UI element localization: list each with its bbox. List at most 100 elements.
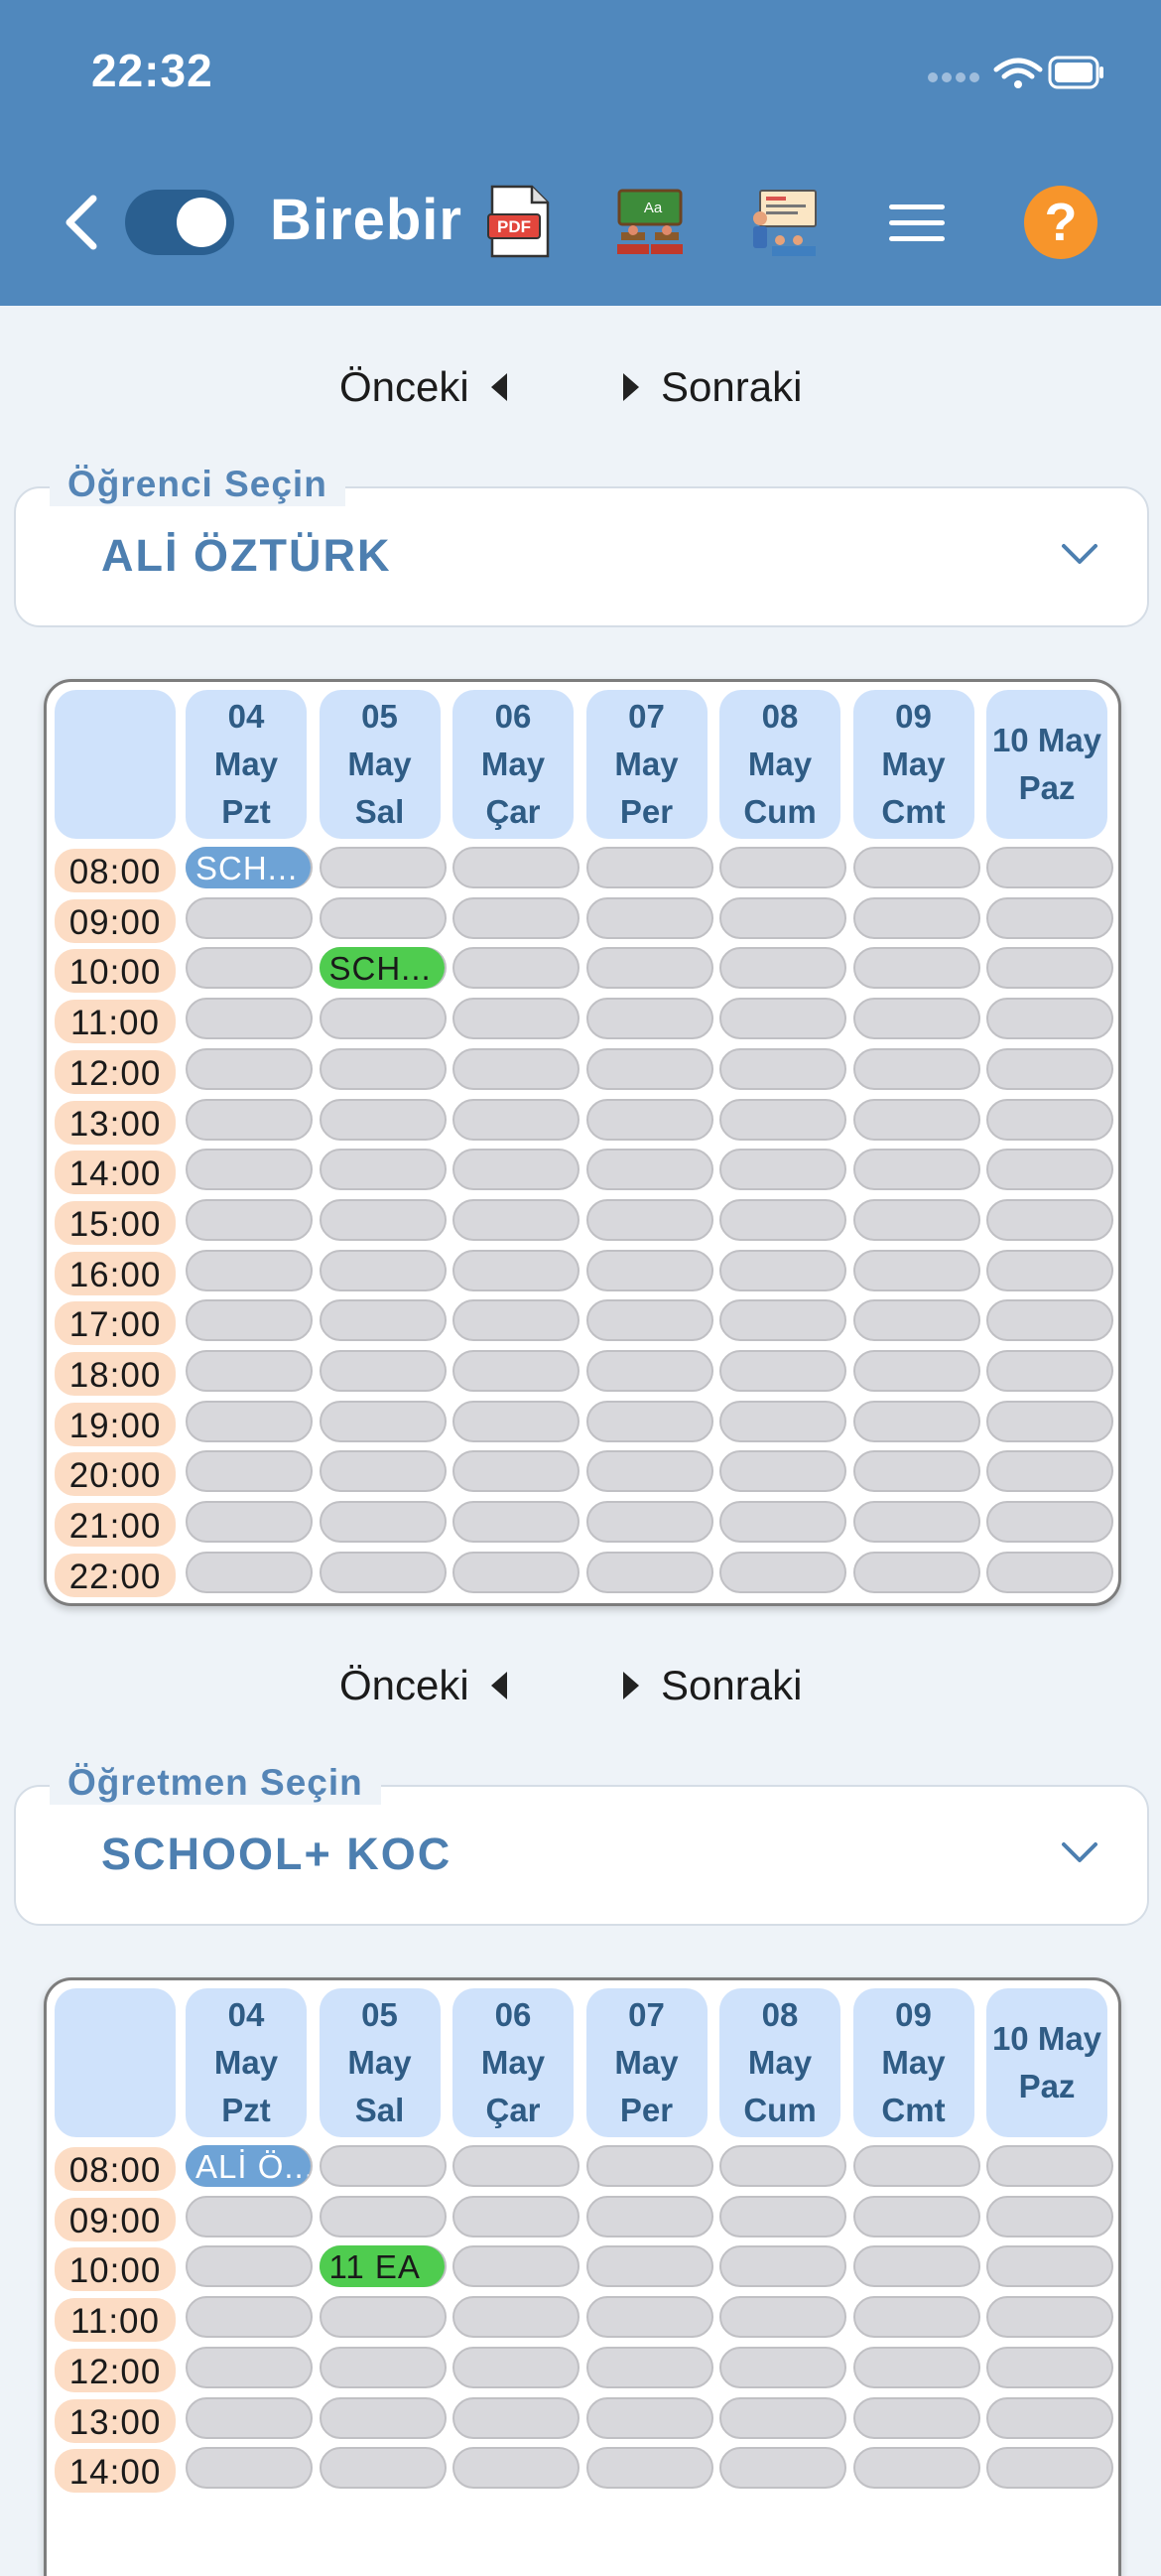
- time-slot[interactable]: [452, 1299, 580, 1342]
- time-slot[interactable]: [319, 1149, 447, 1191]
- time-slot[interactable]: [986, 2396, 1113, 2439]
- time-slot[interactable]: [719, 1551, 846, 1593]
- time-slot[interactable]: [452, 2245, 580, 2288]
- time-slot[interactable]: [186, 2447, 313, 2490]
- time-slot[interactable]: [719, 2447, 846, 2490]
- time-slot[interactable]: [852, 998, 980, 1040]
- time-slot[interactable]: [986, 2447, 1113, 2490]
- time-slot[interactable]: [452, 2346, 580, 2388]
- next-button[interactable]: Sonraki: [623, 363, 802, 411]
- time-slot[interactable]: [186, 1450, 313, 1493]
- time-slot[interactable]: [852, 1350, 980, 1392]
- time-slot[interactable]: [186, 1400, 313, 1442]
- time-slot[interactable]: [852, 896, 980, 939]
- time-slot[interactable]: [986, 2296, 1113, 2339]
- time-slot[interactable]: [986, 998, 1113, 1040]
- time-slot[interactable]: [186, 1149, 313, 1191]
- time-slot[interactable]: [452, 1098, 580, 1141]
- time-slot[interactable]: [986, 1450, 1113, 1493]
- time-slot[interactable]: [719, 2396, 846, 2439]
- time-slot[interactable]: [719, 1450, 846, 1493]
- time-slot[interactable]: [719, 1350, 846, 1392]
- time-slot[interactable]: [986, 1551, 1113, 1593]
- time-slot[interactable]: [986, 947, 1113, 990]
- time-slot[interactable]: [186, 896, 313, 939]
- teacher-presentation-icon[interactable]: [750, 189, 820, 263]
- time-slot[interactable]: [319, 2447, 447, 2490]
- time-slot[interactable]: [852, 1551, 980, 1593]
- time-slot[interactable]: [719, 847, 846, 888]
- time-slot[interactable]: [986, 1501, 1113, 1544]
- time-slot[interactable]: [719, 998, 846, 1040]
- time-slot[interactable]: [986, 1350, 1113, 1392]
- mode-toggle[interactable]: [125, 190, 234, 255]
- time-slot[interactable]: [585, 2195, 713, 2237]
- time-slot[interactable]: [452, 1149, 580, 1191]
- teacher-select[interactable]: Öğretmen Seçin SCHOOL+ KOC: [14, 1761, 1149, 1926]
- time-slot[interactable]: [852, 2145, 980, 2187]
- time-slot[interactable]: [719, 1299, 846, 1342]
- time-slot[interactable]: [585, 1450, 713, 1493]
- time-slot[interactable]: [986, 896, 1113, 939]
- help-button[interactable]: ?: [1024, 186, 1097, 259]
- time-slot[interactable]: [319, 896, 447, 939]
- time-slot[interactable]: [585, 1400, 713, 1442]
- time-slot[interactable]: [986, 2245, 1113, 2288]
- time-slot[interactable]: [319, 2346, 447, 2388]
- time-slot[interactable]: [585, 896, 713, 939]
- time-slot[interactable]: [319, 1450, 447, 1493]
- time-slot[interactable]: [986, 1400, 1113, 1442]
- time-slot[interactable]: [986, 2346, 1113, 2388]
- menu-icon[interactable]: [889, 204, 945, 247]
- time-slot[interactable]: [585, 1299, 713, 1342]
- time-slot[interactable]: [186, 2346, 313, 2388]
- time-slot[interactable]: [452, 1198, 580, 1241]
- time-slot[interactable]: [452, 1450, 580, 1493]
- event-chip[interactable]: SCH...: [319, 947, 445, 990]
- time-slot[interactable]: [852, 2396, 980, 2439]
- time-slot[interactable]: [585, 1249, 713, 1291]
- time-slot[interactable]: [719, 1098, 846, 1141]
- time-slot[interactable]: [186, 1098, 313, 1141]
- time-slot[interactable]: [186, 998, 313, 1040]
- time-slot[interactable]: [452, 2447, 580, 2490]
- time-slot[interactable]: [585, 2396, 713, 2439]
- time-slot[interactable]: [452, 2296, 580, 2339]
- time-slot[interactable]: [852, 2346, 980, 2388]
- time-slot[interactable]: [452, 1501, 580, 1544]
- time-slot[interactable]: [452, 847, 580, 888]
- time-slot[interactable]: [585, 2145, 713, 2187]
- time-slot[interactable]: [319, 2296, 447, 2339]
- time-slot[interactable]: [585, 1551, 713, 1593]
- time-slot[interactable]: [852, 1450, 980, 1493]
- time-slot[interactable]: [719, 947, 846, 990]
- time-slot[interactable]: [186, 2396, 313, 2439]
- time-slot[interactable]: [186, 2296, 313, 2339]
- time-slot[interactable]: [186, 947, 313, 990]
- time-slot[interactable]: [186, 1551, 313, 1593]
- time-slot[interactable]: [186, 1249, 313, 1291]
- time-slot[interactable]: [852, 1198, 980, 1241]
- time-slot[interactable]: [186, 2245, 313, 2288]
- time-slot[interactable]: [452, 2195, 580, 2237]
- time-slot[interactable]: [319, 1098, 447, 1141]
- student-select[interactable]: Öğrenci Seçin ALİ ÖZTÜRK: [14, 463, 1149, 627]
- time-slot[interactable]: [452, 2145, 580, 2187]
- time-slot[interactable]: [452, 1047, 580, 1090]
- time-slot[interactable]: [319, 1551, 447, 1593]
- time-slot[interactable]: [719, 2195, 846, 2237]
- time-slot[interactable]: [585, 998, 713, 1040]
- time-slot[interactable]: [186, 1047, 313, 1090]
- time-slot[interactable]: [852, 2447, 980, 2490]
- time-slot[interactable]: [585, 847, 713, 888]
- time-slot[interactable]: [452, 1400, 580, 1442]
- time-slot[interactable]: [852, 1299, 980, 1342]
- time-slot[interactable]: [852, 947, 980, 990]
- time-slot[interactable]: [452, 947, 580, 990]
- time-slot[interactable]: [719, 1249, 846, 1291]
- time-slot[interactable]: [719, 1149, 846, 1191]
- time-slot[interactable]: [719, 1047, 846, 1090]
- time-slot[interactable]: [319, 1198, 447, 1241]
- time-slot[interactable]: [585, 1098, 713, 1141]
- time-slot[interactable]: [852, 1098, 980, 1141]
